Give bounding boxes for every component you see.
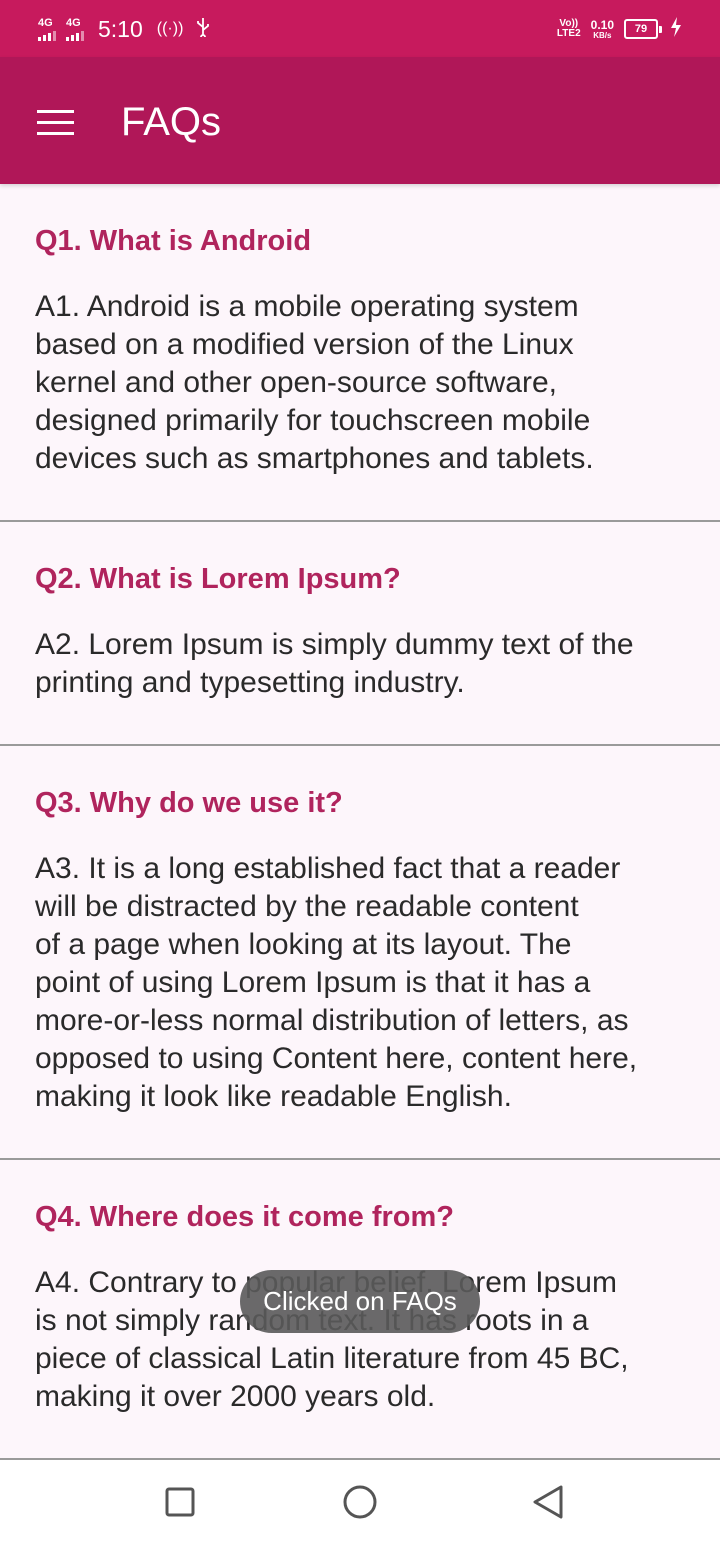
sim2-signal: 4G <box>66 16 84 41</box>
usb-icon <box>195 17 211 42</box>
volte-bottom-label: LTE2 <box>556 28 581 39</box>
volte-indicator: Vo)) LTE2 <box>557 19 581 39</box>
signal-icon <box>66 30 84 41</box>
battery-icon: 79 <box>624 19 662 39</box>
recent-apps-icon[interactable] <box>160 1482 200 1522</box>
signal-icon <box>38 30 56 41</box>
toast-message: Clicked on FAQs <box>240 1270 480 1333</box>
hotspot-icon: ((·)) <box>156 20 184 37</box>
net-speed: 0.10 KB/s <box>591 19 614 40</box>
sim1-signal: 4G <box>38 16 56 41</box>
hamburger-menu-icon[interactable] <box>37 110 74 135</box>
sim2-network-label: 4G <box>66 16 81 29</box>
faq-item[interactable]: Q1. What is Android A1. Android is a mob… <box>0 184 720 522</box>
sim1-network-label: 4G <box>38 16 53 29</box>
faq-question: Q4. Where does it come from? <box>35 1201 454 1233</box>
status-time: 5:10 <box>98 15 143 42</box>
status-right: Vo)) LTE2 0.10 KB/s 79 <box>557 15 682 43</box>
charging-icon <box>670 16 682 42</box>
battery-level: 79 <box>634 23 648 35</box>
net-speed-value: 0.10 <box>590 17 614 32</box>
faq-list: Q1. What is Android A1. Android is a mob… <box>0 184 720 1460</box>
navigation-bar <box>0 1460 720 1544</box>
faq-item[interactable]: Q3. Why do we use it? A3. It is a long e… <box>0 746 720 1160</box>
faq-question: Q2. What is Lorem Ipsum? <box>35 563 401 595</box>
faq-answer: A2. Lorem Ipsum is simply dummy text of … <box>35 628 634 699</box>
faq-item[interactable]: Q2. What is Lorem Ipsum? A2. Lorem Ipsum… <box>0 522 720 746</box>
faq-question: Q3. Why do we use it? <box>35 787 343 819</box>
back-icon[interactable] <box>528 1482 568 1522</box>
faq-answer: A1. Android is a mobile operating system… <box>35 290 594 475</box>
status-bar: 4G 4G 5:10 ((·)) Vo)) LTE2 0.10 KB/s 79 <box>0 0 720 57</box>
net-speed-unit: KB/s <box>593 30 612 40</box>
page-title: FAQs <box>121 100 222 144</box>
faq-answer: A3. It is a long established fact that a… <box>35 852 638 1113</box>
faq-question: Q1. What is Android <box>35 225 312 257</box>
home-icon[interactable] <box>340 1482 380 1522</box>
status-left: 4G 4G 5:10 ((·)) <box>38 12 223 46</box>
app-bar: FAQs <box>0 57 720 184</box>
